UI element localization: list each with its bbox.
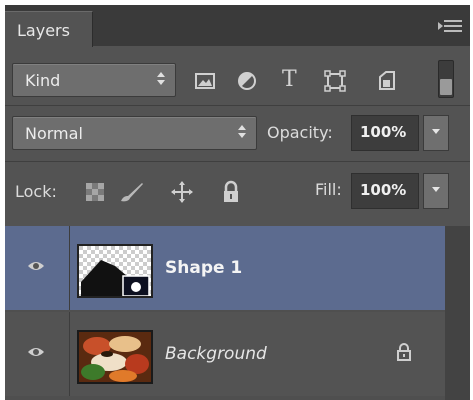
layers-scrollbar[interactable] bbox=[445, 226, 470, 400]
type-layer-filter-icon[interactable]: T bbox=[279, 67, 303, 93]
shape-thumbnail-icon bbox=[77, 244, 153, 298]
shape-layer-filter-icon[interactable] bbox=[323, 69, 347, 93]
eye-icon bbox=[28, 348, 44, 356]
toggle-knob bbox=[440, 79, 452, 95]
blend-mode-select[interactable]: Normal bbox=[12, 116, 257, 150]
adjustment-layer-filter-icon[interactable] bbox=[235, 69, 259, 93]
tab-layers[interactable]: Layers bbox=[5, 11, 93, 47]
opacity-dropdown-button[interactable] bbox=[423, 115, 449, 151]
divider bbox=[5, 105, 470, 106]
panel-tab-strip: Layers bbox=[5, 5, 470, 47]
opacity-input[interactable]: 100% bbox=[351, 115, 419, 151]
tab-layers-label: Layers bbox=[17, 21, 70, 40]
lock-position-icon[interactable] bbox=[170, 180, 194, 204]
fill-label: Fill: bbox=[315, 180, 342, 199]
eye-icon bbox=[28, 262, 44, 270]
opacity-value: 100% bbox=[360, 123, 407, 141]
panel-menu-icon[interactable] bbox=[438, 20, 462, 34]
photo-thumbnail-icon bbox=[77, 330, 153, 384]
visibility-toggle[interactable] bbox=[5, 312, 70, 396]
layer-name-shape-1[interactable]: Shape 1 bbox=[165, 258, 242, 278]
lock-transparent-pixels-icon[interactable] bbox=[83, 180, 107, 204]
layers-panel: Layers Kind T Normal Opacity: 100% Lock:… bbox=[5, 5, 470, 400]
layer-lock-icon bbox=[397, 343, 411, 361]
smart-object-filter-icon[interactable] bbox=[375, 69, 399, 93]
filter-kind-label: Kind bbox=[25, 71, 61, 90]
fill-dropdown-button[interactable] bbox=[423, 173, 449, 209]
opacity-label: Opacity: bbox=[267, 123, 333, 142]
type-filter-glyph: T bbox=[282, 67, 297, 92]
lock-label: Lock: bbox=[15, 182, 57, 201]
blend-mode-label: Normal bbox=[25, 124, 83, 143]
fill-input[interactable]: 100% bbox=[351, 173, 419, 209]
filter-kind-select[interactable]: Kind bbox=[12, 63, 176, 97]
lock-image-pixels-icon[interactable] bbox=[117, 180, 143, 204]
layer-row-background[interactable]: Background bbox=[5, 312, 445, 396]
select-arrows-icon bbox=[238, 125, 246, 141]
pixel-layer-filter-icon[interactable] bbox=[193, 69, 217, 93]
layer-name-background[interactable]: Background bbox=[165, 344, 267, 364]
layer-row-shape-1[interactable]: Shape 1 bbox=[5, 226, 445, 310]
divider bbox=[5, 161, 470, 162]
select-arrows-icon bbox=[157, 72, 165, 88]
filter-toggle-switch[interactable] bbox=[438, 60, 454, 98]
fill-value: 100% bbox=[360, 181, 407, 199]
lock-all-icon[interactable] bbox=[219, 180, 243, 204]
visibility-toggle[interactable] bbox=[5, 226, 70, 310]
layers-list: Shape 1 Background bbox=[5, 226, 470, 400]
